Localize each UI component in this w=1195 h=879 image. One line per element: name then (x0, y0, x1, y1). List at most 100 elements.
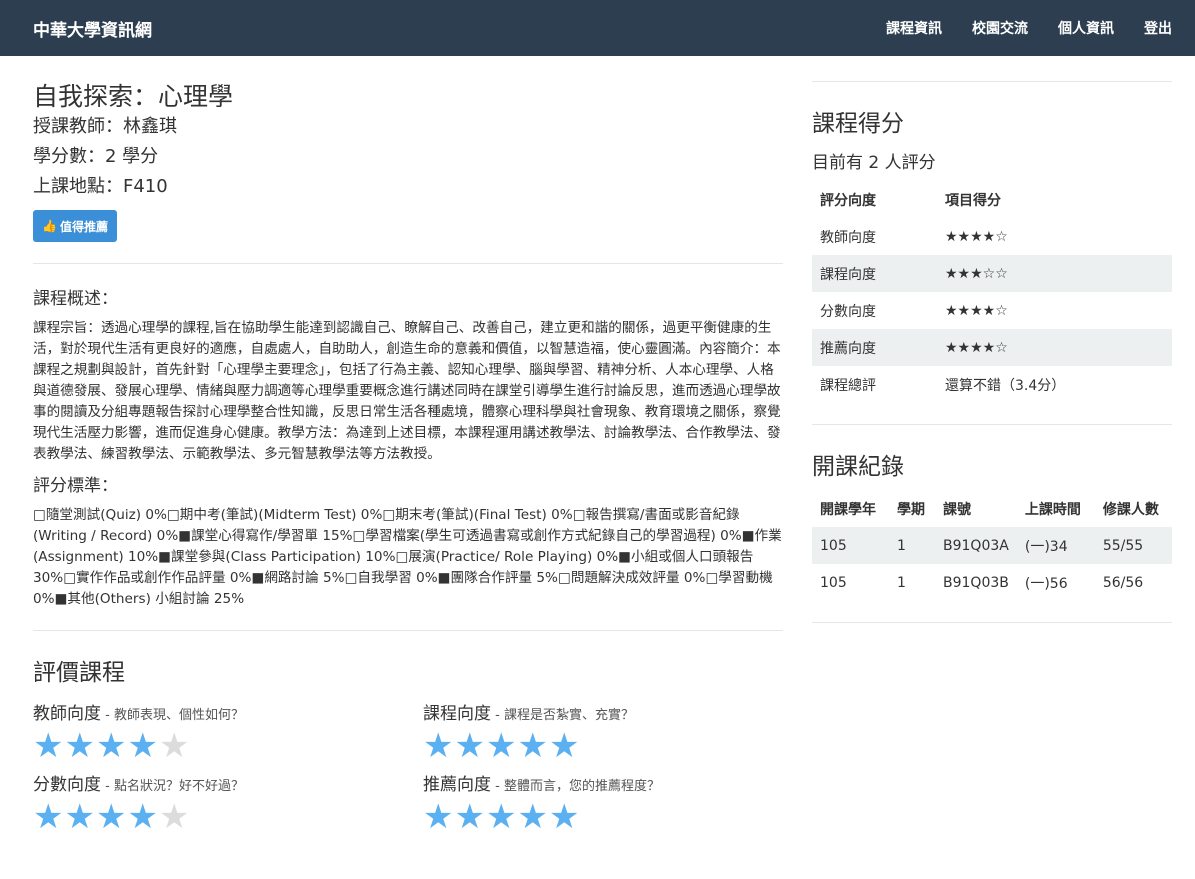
score-value: ★★★★☆ (945, 228, 1008, 245)
course-main: 自我探索：心理學 授課教師：林鑫琪 學分數：2 學分 上課地點：F410 👍 值… (33, 56, 783, 879)
eval-sub: - 點名狀況？好不好過？ (101, 779, 244, 794)
score-value: ★★★★☆ (937, 329, 1172, 366)
brand-logo[interactable]: 中華大學資訊網 (33, 16, 152, 41)
star-icon[interactable]: ★ (549, 800, 579, 834)
star-icon[interactable]: ★ (486, 729, 516, 763)
score-dimension: 教師向度 (820, 229, 876, 246)
score-header: 項目得分 (945, 192, 1001, 209)
record-semester: 1 (897, 574, 906, 591)
eval-course: 課程向度 - 課程是否紮實、充實？ ★ ★ ★ ★ ★ (423, 699, 803, 763)
star-icon[interactable]: ★ (486, 800, 516, 834)
star-icon[interactable]: ★ (454, 729, 484, 763)
table-row: 105 1 B91Q03A (一)34 55/55 (812, 527, 1172, 564)
overview-heading: 課程概述： (33, 289, 118, 309)
star-icon[interactable]: ★ (64, 729, 94, 763)
star-icon[interactable]: ★ (159, 800, 189, 834)
score-table: 評分向度 項目得分 教師向度 ★★★★☆ 課程向度 ★★★☆☆ 分數向度 ★★★… (812, 181, 1172, 403)
evaluate-heading: 評價課程 (33, 660, 125, 686)
recommend-button[interactable]: 👍 值得推薦 (33, 210, 117, 242)
record-time: (一)56 (1024, 575, 1068, 592)
star-icon[interactable]: ★ (517, 800, 547, 834)
evaluate-grid: 教師向度 - 教師表現、個性如何？ ★ ★ ★ ★ ★ 課程向度 - 課程是否紮實、充實… (33, 699, 783, 879)
course-title: 自我探索：心理學 (33, 82, 234, 111)
score-dimension: 課程總評 (820, 377, 876, 394)
record-year: 105 (812, 527, 889, 564)
thumbs-up-icon: 👍 (42, 219, 57, 233)
divider (33, 630, 783, 631)
star-rating[interactable]: ★ ★ ★ ★ ★ (423, 729, 803, 763)
eval-label: 分數向度 (33, 775, 101, 795)
nav-course-info[interactable]: 課程資訊 (886, 18, 942, 38)
record-semester: 1 (889, 527, 935, 564)
star-icon[interactable]: ★ (549, 729, 579, 763)
records-heading: 開課紀錄 (812, 454, 904, 480)
eval-label: 教師向度 (33, 704, 101, 724)
records-table: 開課學年 學期 課號 上課時間 修課人數 105 1 B91Q03A (一)34… (812, 490, 1172, 601)
nav-personal-info[interactable]: 個人資訊 (1058, 18, 1114, 38)
star-rating[interactable]: ★ ★ ★ ★ ★ (423, 800, 803, 834)
divider (33, 263, 783, 264)
score-count: 目前有 2 人評分 (812, 153, 936, 173)
record-time: (一)34 (1016, 527, 1095, 564)
divider (812, 81, 1172, 82)
star-icon[interactable]: ★ (127, 729, 157, 763)
grading-heading: 評分標準： (33, 476, 118, 496)
star-icon[interactable]: ★ (159, 729, 189, 763)
records-header: 上課時間 (1024, 501, 1081, 518)
divider (812, 424, 1172, 425)
record-year: 105 (820, 574, 847, 591)
sidebar: 課程得分 目前有 2 人評分 評分向度 項目得分 教師向度 ★★★★☆ 課程向度… (812, 56, 1172, 623)
record-code: B91Q03B (943, 574, 1009, 591)
record-enrollment: 56/56 (1102, 574, 1144, 591)
star-icon[interactable]: ★ (33, 729, 63, 763)
records-header: 學期 (897, 501, 925, 518)
record-code: B91Q03A (935, 527, 1017, 564)
star-icon[interactable]: ★ (33, 800, 63, 834)
score-value: ★★★☆☆ (937, 255, 1172, 292)
eval-sub: - 課程是否紮實、充實？ (491, 708, 634, 723)
nav-logout[interactable]: 登出 (1144, 18, 1172, 38)
score-dimension: 課程向度 (812, 255, 937, 292)
navbar: 中華大學資訊網 課程資訊 校園交流 個人資訊 登出 (0, 0, 1195, 56)
grading-text: □隨堂測試(Quiz) 0%□期中考(筆試)(Midterm Test) 0%□… (33, 507, 782, 607)
table-row: 推薦向度 ★★★★☆ (812, 329, 1172, 366)
star-icon[interactable]: ★ (64, 800, 94, 834)
score-dimension: 分數向度 (820, 303, 876, 320)
star-icon[interactable]: ★ (423, 800, 453, 834)
star-icon[interactable]: ★ (96, 800, 126, 834)
score-value: ★★★★☆ (945, 302, 1008, 319)
eval-teacher: 教師向度 - 教師表現、個性如何？ ★ ★ ★ ★ ★ (33, 699, 413, 763)
table-row: 教師向度 ★★★★☆ (812, 218, 1172, 255)
course-credits: 學分數：2 學分 (33, 146, 159, 167)
star-icon[interactable]: ★ (517, 729, 547, 763)
score-heading: 課程得分 (812, 111, 904, 137)
nav-campus-exchange[interactable]: 校園交流 (972, 18, 1028, 38)
eval-sub: - 整體而言，您的推薦程度？ (491, 779, 660, 794)
star-rating[interactable]: ★ ★ ★ ★ ★ (33, 729, 413, 763)
record-enrollment: 55/55 (1094, 527, 1172, 564)
eval-recommend: 推薦向度 - 整體而言，您的推薦程度？ ★ ★ ★ ★ ★ (423, 770, 803, 834)
eval-label: 推薦向度 (423, 775, 491, 795)
star-icon[interactable]: ★ (127, 800, 157, 834)
table-row: 分數向度 ★★★★☆ (812, 292, 1172, 329)
star-icon[interactable]: ★ (423, 729, 453, 763)
nav-links: 課程資訊 校園交流 個人資訊 登出 (856, 18, 1172, 38)
course-location: 上課地點：F410 (33, 176, 168, 197)
table-row: 課程總評 還算不錯（3.4分） (812, 366, 1172, 403)
star-icon[interactable]: ★ (454, 800, 484, 834)
recommend-label: 值得推薦 (59, 219, 108, 234)
records-header: 開課學年 (820, 501, 876, 518)
eval-sub: - 教師表現、個性如何？ (101, 708, 244, 723)
star-icon[interactable]: ★ (96, 729, 126, 763)
divider (812, 622, 1172, 623)
score-header: 評分向度 (820, 192, 876, 209)
records-header: 課號 (943, 501, 971, 518)
overview-text: 課程宗旨：透過心理學的課程,旨在協助學生能達到認識自己、瞭解自己、改善自己，建立… (33, 320, 781, 462)
star-rating[interactable]: ★ ★ ★ ★ ★ (33, 800, 413, 834)
eval-score: 分數向度 - 點名狀況？好不好過？ ★ ★ ★ ★ ★ (33, 770, 413, 834)
table-row: 105 1 B91Q03B (一)56 56/56 (812, 564, 1172, 601)
score-dimension: 推薦向度 (812, 329, 937, 366)
records-header: 修課人數 (1102, 501, 1159, 518)
score-value: 還算不錯（3.4分） (945, 377, 1066, 394)
course-teacher: 授課教師：林鑫琪 (33, 116, 177, 137)
